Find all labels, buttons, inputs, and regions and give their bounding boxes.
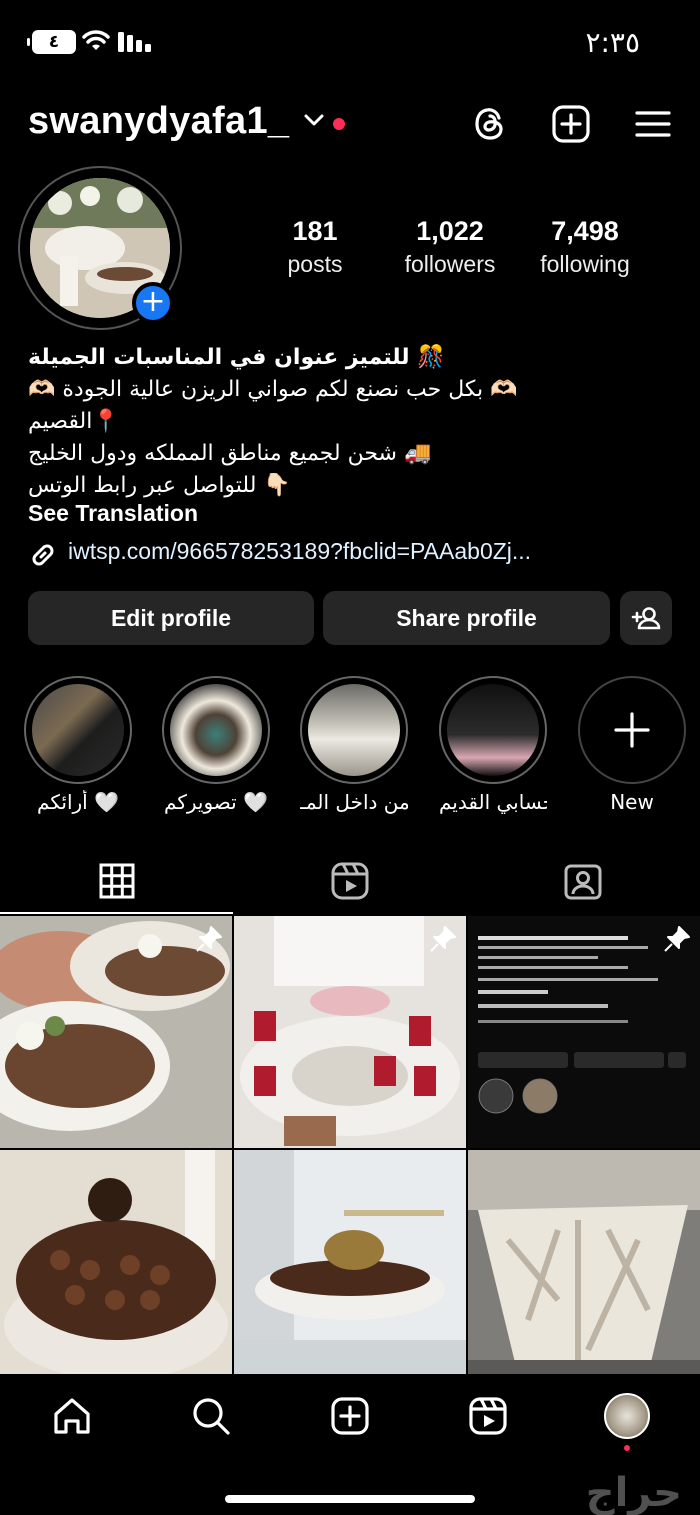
highlight-item[interactable]: تصويركم 🤍 (162, 676, 270, 814)
bottom-nav: حراج (0, 1374, 700, 1515)
tab-posts[interactable] (0, 846, 233, 916)
notification-dot (624, 1445, 630, 1451)
menu-icon[interactable] (634, 104, 672, 144)
profile-header: swanydyafa1_ (0, 96, 700, 156)
edit-profile-button[interactable]: Edit profile (28, 591, 314, 645)
threads-icon[interactable] (470, 104, 510, 144)
post-thumbnail[interactable] (234, 916, 466, 1148)
grid-icon (99, 863, 134, 899)
discover-people-button[interactable] (620, 591, 672, 645)
followers-stat[interactable]: 1,022 followers (395, 216, 505, 278)
home-icon[interactable] (52, 1396, 92, 1436)
profile-avatar[interactable] (604, 1393, 650, 1439)
add-story-button[interactable]: + (132, 282, 174, 324)
profile-tabs (0, 846, 700, 916)
wifi-icon (82, 30, 110, 50)
post-thumbnail[interactable] (468, 1150, 700, 1382)
posts-stat[interactable]: 181 posts (270, 216, 360, 278)
following-stat[interactable]: 7,498 following (530, 216, 640, 278)
status-bar: ٤ ٢:٣٥ (0, 22, 700, 62)
bio-line: شحن لجميع مناطق المملكه ودول الخليج 🚚 (28, 441, 432, 466)
tagged-icon (564, 864, 601, 900)
highlight-item[interactable]: حسابي القديم... (439, 676, 547, 814)
add-person-icon (631, 607, 661, 630)
post-image (0, 1150, 232, 1382)
clock: ٢:٣٥ (585, 26, 640, 59)
post-thumbnail[interactable] (468, 916, 700, 1148)
followers-label: followers (404, 251, 496, 277)
tab-tagged[interactable] (466, 846, 699, 916)
highlight-caption: تصويركم 🤍 (164, 790, 268, 814)
bio-line: 🫶🏻 بكل حب نصنع لكم صواني الريزن عالية ال… (28, 377, 518, 402)
highlight-caption: حسابي القديم... (439, 790, 547, 814)
followers-count: 1,022 (416, 216, 484, 246)
plus-square-icon[interactable] (551, 104, 591, 144)
home-indicator (225, 1495, 475, 1503)
active-tab-indicator (0, 912, 233, 914)
pin-icon (664, 926, 690, 952)
link-icon (32, 544, 54, 566)
watermark-logo: حراج (585, 1470, 682, 1515)
highlight-caption: من داخل المـ... (300, 790, 408, 814)
following-label: following (540, 251, 630, 277)
post-thumbnail[interactable] (0, 1150, 232, 1382)
highlight-item[interactable]: من داخل المـ... (300, 676, 408, 814)
bio: للتميز عنوان في المناسبات الجميلة 🎊 🫶🏻 ب… (28, 342, 678, 502)
battery-icon: ٤ (27, 30, 76, 54)
chevron-down-icon[interactable] (303, 112, 325, 128)
pin-icon (430, 926, 456, 952)
post-thumbnail[interactable] (234, 1150, 466, 1382)
create-icon[interactable] (330, 1396, 370, 1436)
plus-icon (614, 712, 650, 748)
bio-line: للتواصل عبر رابط الوتس 👇🏻 (28, 473, 291, 498)
bio-line: القصيم📍 (28, 409, 120, 434)
highlight-cover (32, 684, 124, 776)
posts-label: posts (287, 251, 343, 277)
see-translation-link[interactable]: See Translation (28, 500, 198, 527)
reels-icon (331, 862, 368, 900)
following-count: 7,498 (551, 216, 619, 246)
post-thumbnail[interactable] (0, 916, 232, 1148)
highlight-cover (170, 684, 262, 776)
bio-link[interactable]: iwtsp.com/966578253189?fbclid=PAAab0Zj..… (28, 538, 532, 566)
pin-icon (196, 926, 222, 952)
notification-dot (333, 118, 345, 130)
bio-line: للتميز عنوان في المناسبات الجميلة 🎊 (28, 345, 445, 370)
new-highlight-button[interactable]: New (578, 676, 686, 814)
tab-reels[interactable] (233, 846, 466, 916)
share-profile-button[interactable]: Share profile (323, 591, 610, 645)
highlight-cover (447, 684, 539, 776)
posts-count: 181 (292, 216, 338, 246)
highlight-caption: أرائكم 🤍 (37, 790, 119, 814)
highlight-cover (308, 684, 400, 776)
bio-link-text: iwtsp.com/966578253189?fbclid=PAAab0Zj..… (68, 538, 532, 564)
highlight-caption: New (610, 790, 654, 814)
username[interactable]: swanydyafa1_ (28, 100, 289, 143)
reels-icon[interactable] (468, 1396, 508, 1436)
search-icon[interactable] (191, 1396, 231, 1436)
highlight-item[interactable]: أرائكم 🤍 (24, 676, 132, 814)
post-image (234, 1150, 466, 1382)
post-image (468, 1150, 700, 1382)
signal-icon (118, 32, 151, 52)
